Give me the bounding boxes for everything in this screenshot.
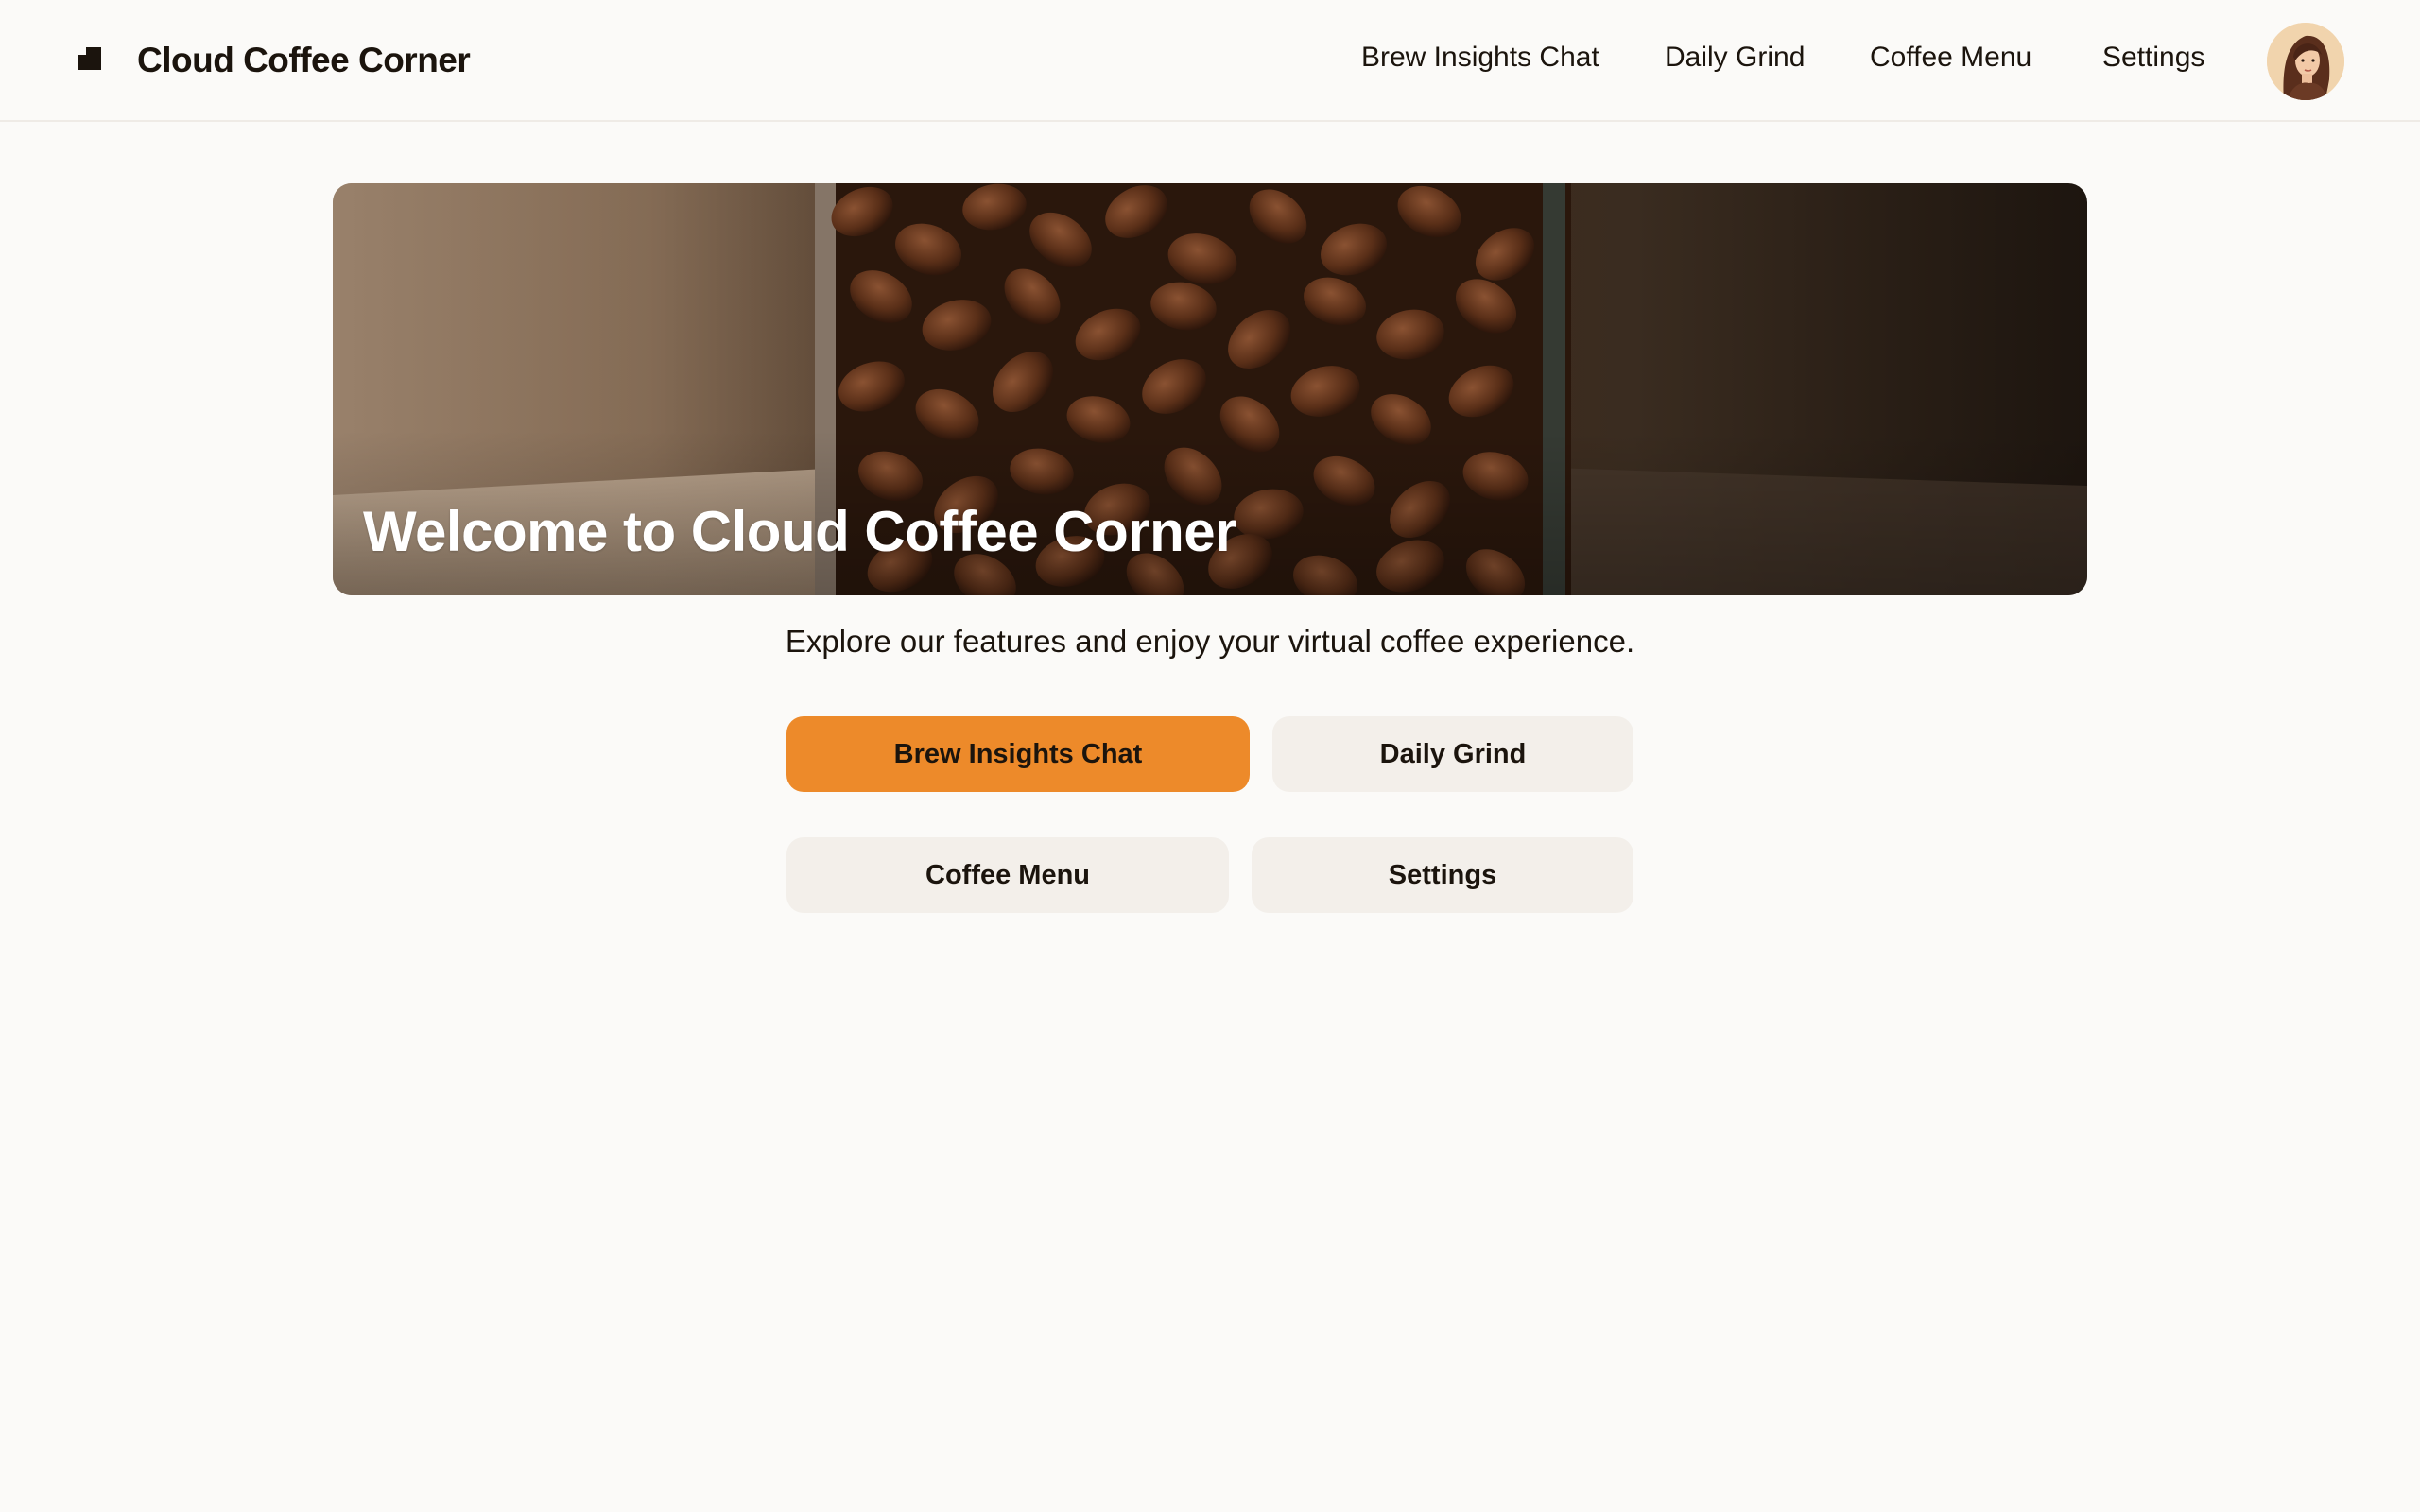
hero-title: Welcome to Cloud Coffee Corner — [363, 500, 1236, 563]
nav-coffee-menu[interactable]: Coffee Menu — [1870, 42, 2031, 74]
user-avatar[interactable] — [2267, 23, 2344, 100]
page-subtitle: Explore our features and enjoy your virt… — [785, 624, 1635, 659]
logo-icon — [78, 47, 101, 74]
nav-settings[interactable]: Settings — [2102, 42, 2204, 74]
hero-banner: Welcome to Cloud Coffee Corner — [333, 183, 2087, 595]
avatar-portrait-icon — [2267, 23, 2344, 100]
daily-grind-button[interactable]: Daily Grind — [1272, 716, 1634, 792]
top-header: Cloud Coffee Corner Brew Insights Chat D… — [0, 0, 2420, 122]
nav-brew-insights-chat[interactable]: Brew Insights Chat — [1361, 42, 1599, 74]
brew-insights-chat-button[interactable]: Brew Insights Chat — [786, 716, 1250, 792]
brand[interactable]: Cloud Coffee Corner — [78, 36, 471, 85]
settings-button[interactable]: Settings — [1252, 837, 1634, 913]
nav-daily-grind[interactable]: Daily Grind — [1665, 42, 1805, 74]
coffee-menu-button[interactable]: Coffee Menu — [786, 837, 1229, 913]
app-name: Cloud Coffee Corner — [137, 41, 471, 79]
